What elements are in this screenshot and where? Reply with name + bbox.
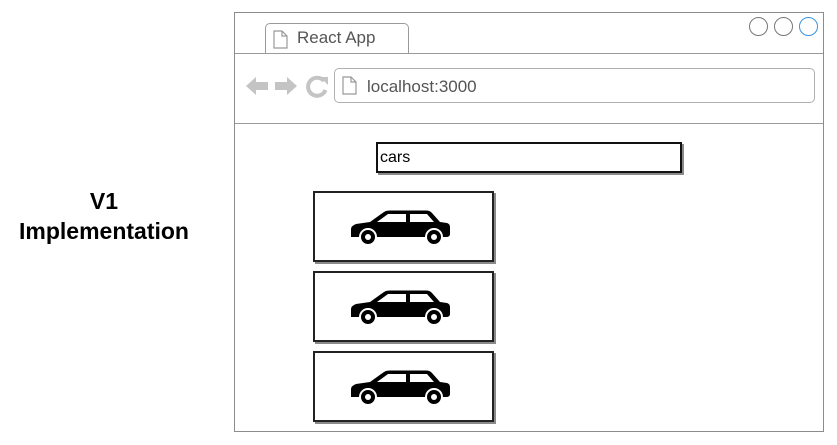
close-button[interactable] (799, 17, 818, 36)
page-icon (342, 76, 357, 95)
address-bar[interactable]: localhost:3000 (334, 68, 815, 103)
tab-react-app[interactable]: React App (265, 23, 409, 53)
minimize-button[interactable] (749, 17, 768, 36)
car-icon (351, 210, 450, 246)
page-content (235, 124, 823, 432)
nav-bar: localhost:3000 (235, 54, 823, 124)
reload-icon[interactable] (305, 75, 329, 99)
page-icon (273, 30, 288, 49)
tab-title: React App (297, 28, 376, 47)
forward-arrow-icon[interactable] (274, 75, 298, 97)
side-label-line2: Implementation (19, 218, 189, 244)
browser-window: React App localhost:3000 (234, 12, 824, 432)
result-card[interactable] (313, 351, 494, 422)
result-card[interactable] (313, 191, 494, 262)
url-text: localhost:3000 (367, 77, 477, 96)
search-input[interactable] (376, 142, 682, 173)
tab-bar: React App (235, 13, 823, 54)
car-icon (351, 290, 450, 326)
car-icon (351, 370, 450, 406)
maximize-button[interactable] (774, 17, 793, 36)
result-card[interactable] (313, 271, 494, 342)
back-arrow-icon[interactable] (245, 75, 269, 97)
side-label-line1: V1 (89, 188, 119, 214)
side-label: V1 Implementation (0, 186, 208, 246)
